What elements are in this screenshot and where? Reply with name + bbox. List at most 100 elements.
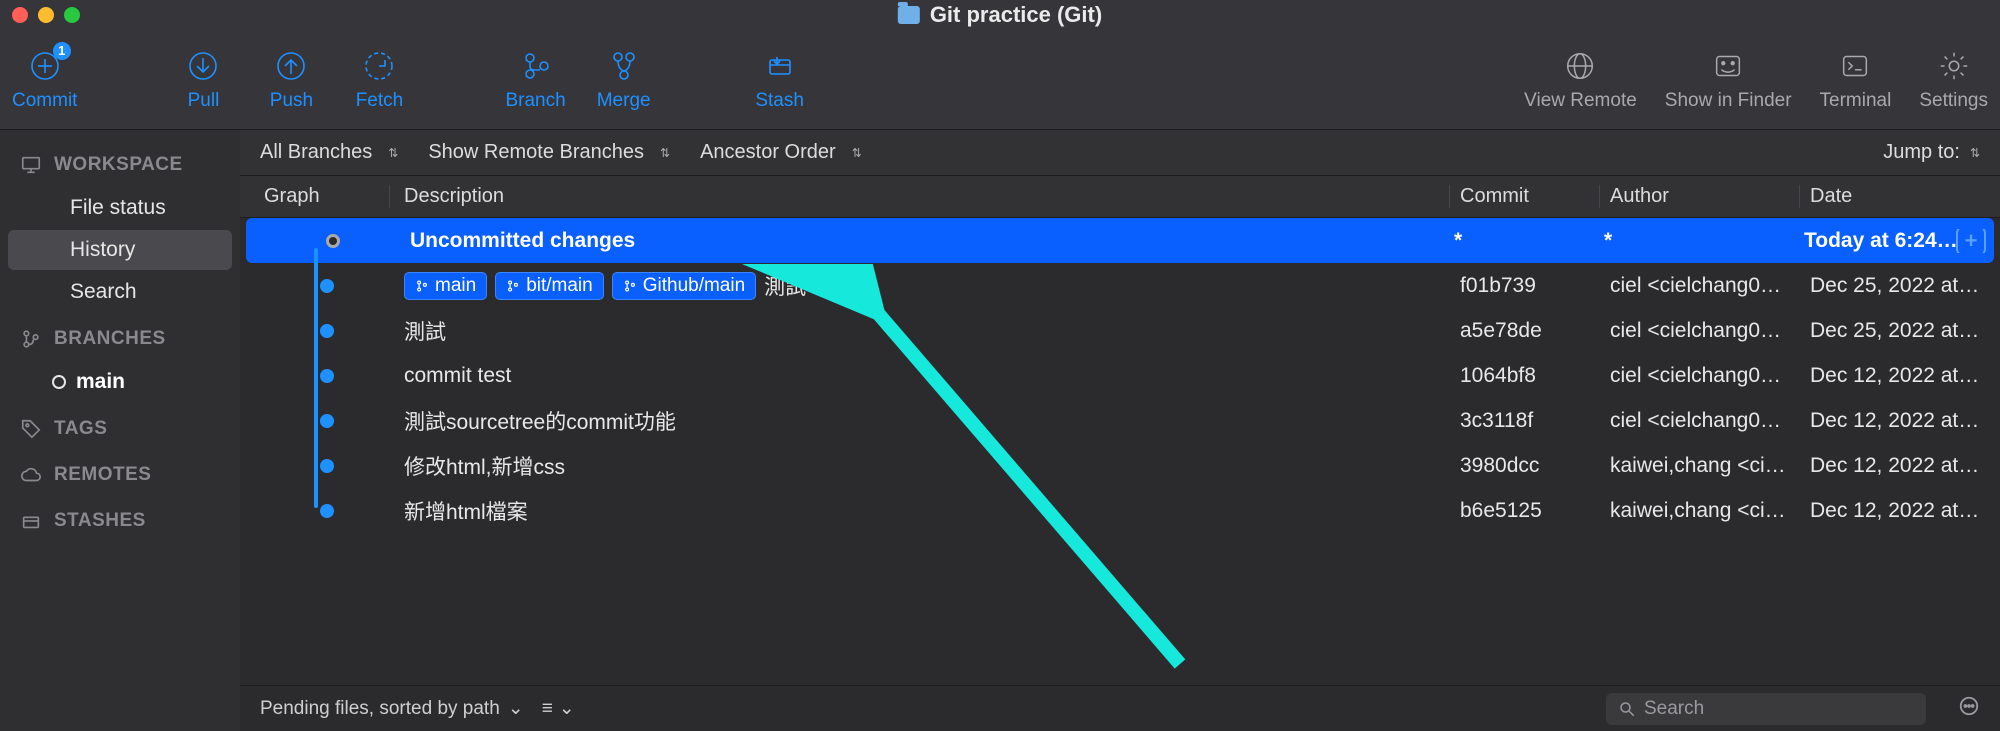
view-remote-button[interactable]: View Remote <box>1524 48 1637 112</box>
tags-section[interactable]: TAGS <box>0 404 240 450</box>
jump-to[interactable]: Jump to: ⇅ <box>1883 141 1980 164</box>
merge-button[interactable]: Merge <box>594 48 654 112</box>
push-button[interactable]: Push <box>261 48 321 112</box>
settings-label: Settings <box>1919 90 1988 112</box>
graph-node <box>320 279 334 293</box>
commit-hash: f01b739 <box>1450 274 1600 298</box>
graph-line <box>314 248 318 508</box>
chevron-updown-icon: ⇅ <box>388 147 398 159</box>
bottom-bar: Pending files, sorted by path ⌄ ≡ ⌄ Sear… <box>240 685 2000 731</box>
table-row[interactable]: 測試a5e78deciel <cielchang0…Dec 25, 2022 a… <box>240 308 2000 353</box>
commit-date: Dec 25, 2022 at… <box>1800 319 2000 343</box>
window-controls <box>0 7 80 23</box>
close-icon[interactable] <box>12 7 28 23</box>
branch-filter-dropdown[interactable]: All Branches ⇅ <box>260 141 398 164</box>
monitor-icon <box>20 154 42 176</box>
graph-node <box>320 504 334 518</box>
titlebar: Git practice (Git) <box>0 0 2000 30</box>
remotes-section[interactable]: REMOTES <box>0 450 240 496</box>
remote-filter-label: Show Remote Branches <box>428 141 644 164</box>
push-label: Push <box>270 90 313 112</box>
commit-author: ciel <cielchang0… <box>1600 409 1800 433</box>
commit-author: ciel <cielchang0… <box>1600 364 1800 388</box>
commit-author: kaiwei,chang <ci… <box>1600 499 1800 523</box>
commit-description: 測試 <box>404 316 446 346</box>
stash-button[interactable]: Stash <box>750 48 810 112</box>
sidebar-item-search[interactable]: Search <box>8 272 232 312</box>
pull-button[interactable]: Pull <box>173 48 233 112</box>
filter-bar: All Branches ⇅ Show Remote Branches ⇅ An… <box>240 130 2000 176</box>
remote-filter-dropdown[interactable]: Show Remote Branches ⇅ <box>428 141 670 164</box>
table-row[interactable]: 新增html檔案b6e5125kaiwei,chang <ci…Dec 12, … <box>240 488 2000 533</box>
branch-tag[interactable]: main <box>404 272 487 300</box>
table-row[interactable]: 修改html,新增css3980dcckaiwei,chang <ci…Dec … <box>240 443 2000 488</box>
col-author-header[interactable]: Author <box>1600 185 1800 208</box>
stash-label: Stash <box>755 90 804 112</box>
table-row[interactable]: commit test 1064bf8ciel <cielchang0…Dec 1… <box>240 353 2000 398</box>
settings-button[interactable]: Settings <box>1919 48 1988 112</box>
pending-files-dropdown[interactable]: Pending files, sorted by path ⌄ <box>260 697 524 720</box>
sidebar-item-file-status[interactable]: File status <box>8 188 232 228</box>
branches-section[interactable]: BRANCHES <box>0 314 240 360</box>
sidebar-item-history[interactable]: History <box>8 230 232 270</box>
branch-tag[interactable]: Github/main <box>612 272 756 300</box>
commit-description: 修改html,新增css <box>404 451 565 481</box>
terminal-button[interactable]: Terminal <box>1820 48 1892 112</box>
graph-node <box>326 234 340 248</box>
order-filter-dropdown[interactable]: Ancestor Order ⇅ <box>700 141 862 164</box>
main-branch-label: main <box>76 370 125 394</box>
maximize-icon[interactable] <box>64 7 80 23</box>
col-graph-header[interactable]: Graph <box>240 185 390 208</box>
table-row[interactable]: 測試sourcetree的commit功能3c3118fciel <cielch… <box>240 398 2000 443</box>
commit-button[interactable]: 1 Commit <box>12 48 77 112</box>
toolbar: 1 Commit Pull Push Fetch Branch Merge <box>0 30 2000 130</box>
sidebar-item-main[interactable]: main <box>8 362 232 402</box>
commit-author: ciel <cielchang0… <box>1600 274 1800 298</box>
table-headers: Graph Description Commit Author Date <box>240 176 2000 218</box>
view-mode-dropdown[interactable]: ≡ ⌄ <box>542 697 575 720</box>
add-button[interactable]: + <box>1956 229 1986 253</box>
branch-button[interactable]: Branch <box>505 48 565 112</box>
branches-label: BRANCHES <box>54 328 166 350</box>
stash-icon <box>20 510 42 532</box>
commit-hash: 1064bf8 <box>1450 364 1600 388</box>
chevron-down-icon: ⌄ <box>559 697 575 720</box>
col-date-header[interactable]: Date <box>1800 185 2000 208</box>
commit-date: Dec 12, 2022 at… <box>1800 364 2000 388</box>
col-description-header[interactable]: Description <box>390 185 1450 208</box>
search-placeholder: Search <box>1644 698 1704 720</box>
view-remote-label: View Remote <box>1524 90 1637 112</box>
commit-description: commit test <box>404 364 511 388</box>
commit-description: Uncommitted changes <box>410 229 635 253</box>
search-input[interactable]: Search <box>1606 693 1926 725</box>
col-commit-header[interactable]: Commit <box>1450 185 1600 208</box>
folder-icon <box>898 6 920 24</box>
workspace-label: WORKSPACE <box>54 154 183 176</box>
main-panel: All Branches ⇅ Show Remote Branches ⇅ An… <box>240 130 2000 731</box>
search-icon <box>1618 700 1636 718</box>
commit-hash: b6e5125 <box>1450 499 1600 523</box>
fetch-button[interactable]: Fetch <box>349 48 409 112</box>
chevron-updown-icon: ⇅ <box>852 147 862 159</box>
graph-node <box>320 324 334 338</box>
branch-tag[interactable]: bit/main <box>495 272 604 300</box>
commit-author: ciel <cielchang0… <box>1600 319 1800 343</box>
commit-description: 測試 <box>764 271 806 301</box>
commit-description: 測試sourcetree的commit功能 <box>404 406 676 436</box>
fetch-label: Fetch <box>356 90 404 112</box>
pull-label: Pull <box>188 90 220 112</box>
branch-icon <box>20 328 42 350</box>
minimize-icon[interactable] <box>38 7 54 23</box>
commit-date: Dec 12, 2022 at… <box>1800 409 2000 433</box>
cloud-icon <box>20 464 42 486</box>
options-button[interactable] <box>1958 695 1980 723</box>
workspace-section[interactable]: WORKSPACE <box>0 140 240 186</box>
chevron-down-icon: ⌄ <box>508 697 524 720</box>
table-row[interactable]: Uncommitted changes**Today at 6:24…+ <box>246 218 1994 263</box>
table-row[interactable]: main bit/main Github/main 測試 f01b739ciel <ci… <box>240 263 2000 308</box>
window-title: Git practice (Git) <box>898 2 1102 28</box>
jump-to-label: Jump to: <box>1883 141 1960 164</box>
commit-description: 新增html檔案 <box>404 496 528 526</box>
show-in-finder-button[interactable]: Show in Finder <box>1665 48 1792 112</box>
stashes-section[interactable]: STASHES <box>0 496 240 542</box>
